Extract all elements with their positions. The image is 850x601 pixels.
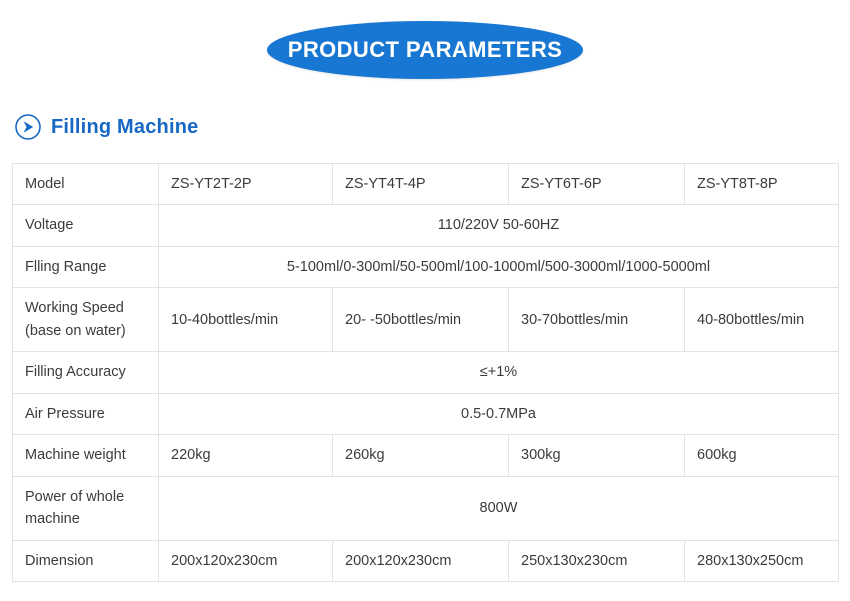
row-label: Power of whole machine: [12, 475, 159, 541]
row-value: 600kg: [684, 434, 839, 477]
row-label: Voltage: [12, 204, 159, 247]
circle-arrow-right-icon: [15, 114, 41, 140]
row-value: 280x130x250cm: [684, 539, 839, 583]
banner-oval: PRODUCT PARAMETERS: [267, 21, 583, 79]
row-value: 30-70bottles/min: [508, 287, 685, 353]
row-value: 250x130x230cm: [508, 539, 685, 583]
table-row: Voltage 110/220V 50-60HZ: [12, 204, 839, 247]
row-value: 200x120x230cm: [158, 539, 333, 583]
table-row: Power of whole machine 800W: [12, 475, 839, 541]
row-label: Flling Range: [12, 245, 159, 289]
banner-title: PRODUCT PARAMETERS: [287, 37, 563, 62]
row-label: Working Speed (base on water): [12, 287, 159, 353]
row-label: Machine weight: [12, 434, 159, 477]
row-value: 40-80bottles/min: [684, 287, 839, 353]
spec-table-container: Model ZS-YT2T-2P ZS-YT4T-4P ZS-YT6T-6P Z…: [12, 162, 839, 583]
table-row: Working Speed (base on water) 10-40bottl…: [12, 287, 839, 353]
row-value-merged: 110/220V 50-60HZ: [158, 204, 839, 247]
row-label: Model: [12, 162, 159, 206]
table-row: Air Pressure 0.5-0.7MPa: [12, 392, 839, 436]
row-value: 220kg: [158, 434, 333, 477]
row-value: 200x120x230cm: [332, 539, 509, 583]
section-header: Filling Machine: [14, 110, 850, 144]
row-value: ZS-YT4T-4P: [332, 162, 509, 206]
row-label: Air Pressure: [12, 392, 159, 436]
row-label: Dimension: [12, 539, 159, 583]
table-row: Dimension 200x120x230cm 200x120x230cm 25…: [12, 539, 839, 583]
table-row: Flling Range 5-100ml/0-300ml/50-500ml/10…: [12, 245, 839, 289]
row-value-merged: 5-100ml/0-300ml/50-500ml/100-1000ml/500-…: [158, 245, 839, 289]
row-label: Filling Accuracy: [12, 351, 159, 394]
section-title: Filling Machine: [51, 115, 199, 138]
table-row: Machine weight 220kg 260kg 300kg 600kg: [12, 434, 839, 477]
row-value: 10-40bottles/min: [158, 287, 333, 353]
table-row: Filling Accuracy ≤+1%: [12, 351, 839, 394]
row-value: 260kg: [332, 434, 509, 477]
row-value-merged: 800W: [158, 475, 839, 541]
row-value: 20- -50bottles/min: [332, 287, 509, 353]
row-value: 300kg: [508, 434, 685, 477]
row-value: ZS-YT2T-2P: [158, 162, 333, 206]
row-value-merged: ≤+1%: [158, 351, 839, 394]
table-row: Model ZS-YT2T-2P ZS-YT4T-4P ZS-YT6T-6P Z…: [12, 162, 839, 206]
row-value: ZS-YT8T-8P: [684, 162, 839, 206]
row-value-merged: 0.5-0.7MPa: [158, 392, 839, 436]
specifications-table: Model ZS-YT2T-2P ZS-YT4T-4P ZS-YT6T-6P Z…: [12, 162, 839, 583]
row-value: ZS-YT6T-6P: [508, 162, 685, 206]
page-banner: PRODUCT PARAMETERS: [0, 0, 850, 100]
